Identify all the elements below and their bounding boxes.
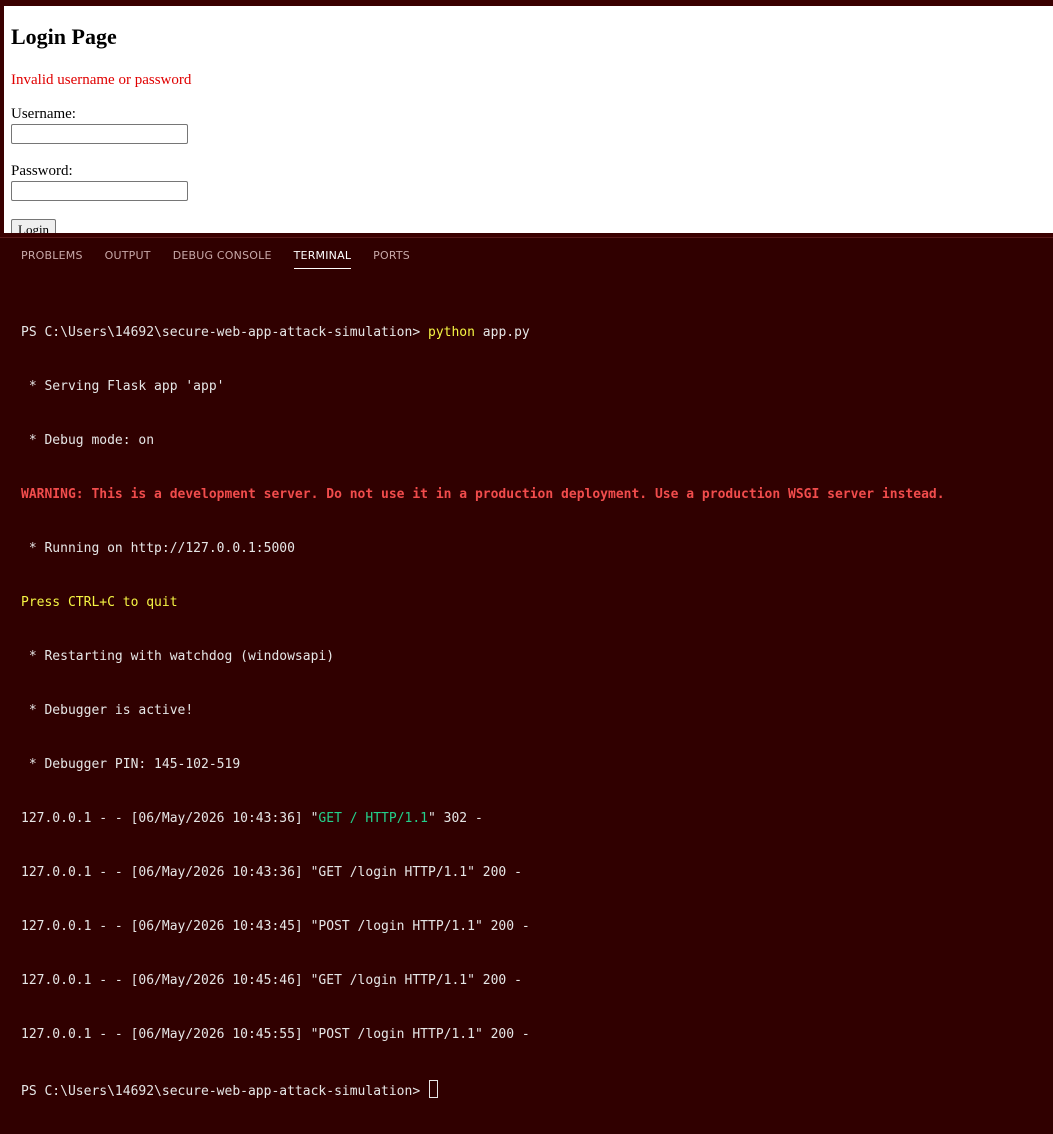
terminal-line: * Debug mode: on xyxy=(21,433,155,448)
terminal-command-args: app.py xyxy=(474,325,530,340)
browser-frame: Login Page Invalid username or password … xyxy=(0,0,1053,237)
terminal-line: PS C:\Users\14692\secure-web-app-attack-… xyxy=(21,1080,1046,1099)
password-label: Password: xyxy=(11,163,73,179)
bottom-panel: PROBLEMS OUTPUT DEBUG CONSOLE TERMINAL P… xyxy=(0,237,1053,1099)
panel-tabs: PROBLEMS OUTPUT DEBUG CONSOLE TERMINAL P… xyxy=(10,247,421,269)
password-field[interactable] xyxy=(11,181,188,201)
terminal-prompt: PS C:\Users\14692\secure-web-app-attack-… xyxy=(21,1084,428,1099)
login-page-viewport: Login Page Invalid username or password … xyxy=(4,6,1053,233)
terminal-warning: WARNING: This is a development server. D… xyxy=(21,487,945,502)
tab-debug-console[interactable]: DEBUG CONSOLE xyxy=(162,247,283,269)
tab-problems[interactable]: PROBLEMS xyxy=(10,247,94,269)
error-message: Invalid username or password xyxy=(11,72,192,88)
log-prefix: 127.0.0.1 - - [06/May/2026 10:43:36] " xyxy=(21,811,319,826)
log-line: 127.0.0.1 - - [06/May/2026 10:43:36] "GE… xyxy=(21,810,1046,828)
terminal-line: * Debugger PIN: 145-102-519 xyxy=(21,757,241,772)
log-line: 127.0.0.1 - - [06/May/2026 10:43:36] "GE… xyxy=(21,865,522,880)
terminal-command: python xyxy=(428,325,475,340)
page-title: Login Page xyxy=(11,24,117,49)
terminal-output[interactable]: PS C:\Users\14692\secure-web-app-attack-… xyxy=(21,288,1046,1134)
log-line: 127.0.0.1 - - [06/May/2026 10:43:45] "PO… xyxy=(21,919,530,934)
terminal-prompt: PS C:\Users\14692\secure-web-app-attack-… xyxy=(21,325,428,340)
terminal-line: * Debugger is active! xyxy=(21,703,194,718)
panel-divider xyxy=(0,237,1053,238)
terminal-quit-hint: Press CTRL+C to quit xyxy=(21,595,178,610)
tab-output[interactable]: OUTPUT xyxy=(94,247,162,269)
username-label: Username: xyxy=(11,106,76,122)
log-suffix: " 302 - xyxy=(428,811,483,826)
log-line: 127.0.0.1 - - [06/May/2026 10:45:55] "PO… xyxy=(21,1027,530,1042)
login-button[interactable]: Login xyxy=(11,219,57,233)
terminal-line: PS C:\Users\14692\secure-web-app-attack-… xyxy=(21,324,1046,342)
log-line: 127.0.0.1 - - [06/May/2026 10:45:46] "GE… xyxy=(21,973,522,988)
tab-ports[interactable]: PORTS xyxy=(362,247,421,269)
terminal-cursor[interactable] xyxy=(429,1080,438,1098)
terminal-line: * Running on http://127.0.0.1:5000 xyxy=(21,541,295,556)
terminal-line: * Serving Flask app 'app' xyxy=(21,379,225,394)
username-field[interactable] xyxy=(11,124,188,144)
tab-terminal[interactable]: TERMINAL xyxy=(283,247,363,269)
terminal-line: * Restarting with watchdog (windowsapi) xyxy=(21,649,335,664)
log-request: GET / HTTP/1.1 xyxy=(318,811,428,826)
